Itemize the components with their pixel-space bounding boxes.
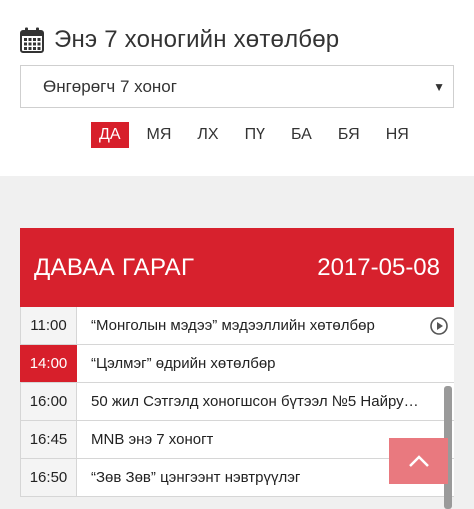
schedule-program-title: 50 жил Сэтгэлд хоногшсон бүтээл №5 Найру… [77, 383, 454, 420]
tab-day-5[interactable]: БЯ [330, 122, 368, 148]
calendar-icon [20, 27, 44, 53]
day-header-date: 2017-05-08 [317, 253, 440, 281]
chevron-down-icon: ▼ [433, 79, 445, 94]
day-header-name: ДАВАА ГАРАГ [34, 253, 195, 281]
schedule-program-text: “Зөв Зөв” цэнгээнт нэвтрүүлэг [91, 469, 301, 486]
schedule-program-title: “Цэлмэг” өдрийн хөтөлбөр [77, 345, 454, 382]
schedule-top-panel: Энэ 7 хоногийн хөтөлбөр Өнгөрөгч 7 хоног… [0, 0, 474, 176]
schedule-time: 11:00 [20, 307, 77, 344]
page-title: Энэ 7 хоногийн хөтөлбөр [54, 26, 340, 53]
schedule-program-text: MNB энэ 7 хоногт [91, 431, 214, 448]
tab-day-3[interactable]: ПҮ [237, 122, 273, 148]
tab-day-0[interactable]: ДА [91, 122, 129, 148]
schedule-time: 16:00 [20, 383, 77, 420]
schedule-time: 16:50 [20, 459, 77, 496]
play-icon[interactable] [430, 316, 448, 335]
back-to-top-button[interactable] [389, 438, 448, 484]
schedule-row[interactable]: 14:00 “Цэлмэг” өдрийн хөтөлбөр [20, 345, 454, 383]
schedule-program-text: “Цэлмэг” өдрийн хөтөлбөр [91, 355, 276, 372]
schedule-time: 16:45 [20, 421, 77, 458]
schedule-program-text: 50 жил Сэтгэлд хоногшсон бүтээл №5 Найру… [91, 393, 424, 410]
schedule-row[interactable]: 11:00 “Монголын мэдээ” мэдээллийн хөтөлбө… [20, 307, 454, 345]
schedule-program-title: “Монголын мэдээ” мэдээллийн хөтөлбөр [77, 307, 454, 344]
schedule-time: 14:00 [20, 345, 77, 382]
day-header: ДАВАА ГАРАГ 2017-05-08 [20, 228, 454, 307]
tab-day-6[interactable]: НЯ [378, 122, 417, 148]
tab-day-2[interactable]: ЛХ [189, 122, 226, 148]
tab-day-1[interactable]: МЯ [139, 122, 180, 148]
tab-day-4[interactable]: БА [283, 122, 320, 148]
schedule-row[interactable]: 16:00 50 жил Сэтгэлд хоногшсон бүтээл №5 … [20, 383, 454, 421]
week-select[interactable]: Өнгөрөгч 7 хоног ▼ [20, 65, 454, 108]
schedule-program-text: “Монголын мэдээ” мэдээллийн хөтөлбөр [91, 317, 375, 334]
day-tabs: ДА МЯ ЛХ ПҮ БА БЯ НЯ [91, 122, 427, 148]
week-select-value: Өнгөрөгч 7 хоног [43, 76, 177, 96]
page-title-row: Энэ 7 хоногийн хөтөлбөр [20, 22, 339, 58]
chevron-up-icon [408, 455, 429, 467]
